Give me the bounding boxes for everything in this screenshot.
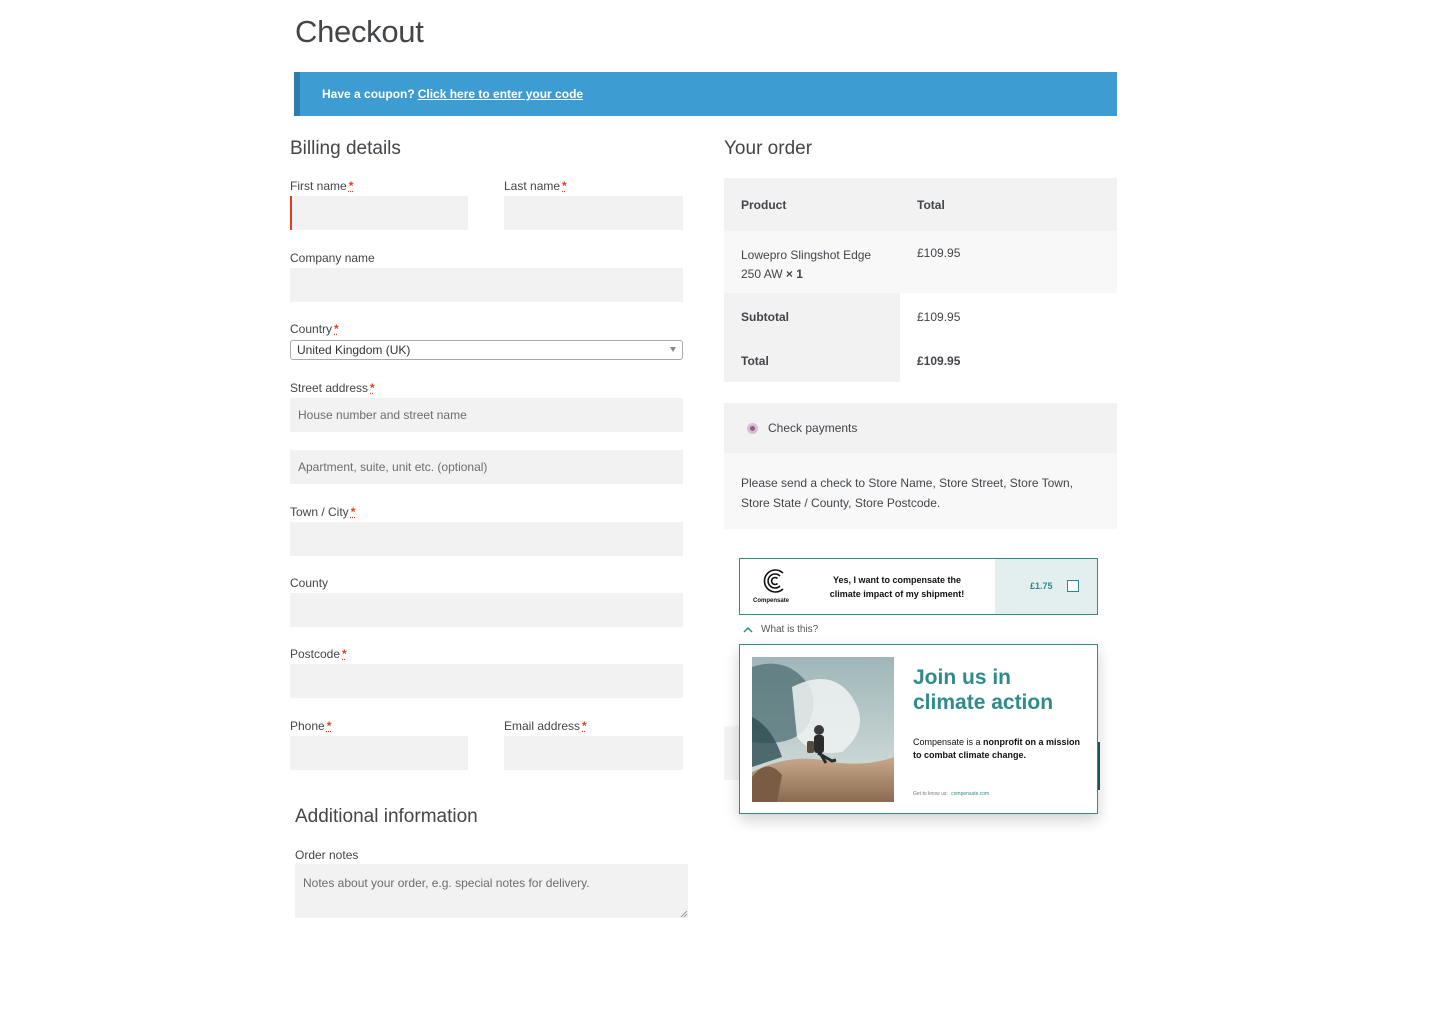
first-name-label: First name *: [290, 179, 354, 193]
required-mark: *: [334, 322, 339, 336]
climate-photo: [752, 657, 894, 802]
card-description: Compensate is a nonprofit on a mission t…: [913, 737, 1081, 760]
compensate-offer-text: Yes, I want to compensate the climate im…: [829, 575, 965, 599]
last-name-label: Last name *: [504, 179, 567, 193]
table-row: Lowepro Slingshot Edge 250 AW × 1 £109.9…: [724, 231, 1117, 293]
company-label: Company name: [290, 251, 375, 265]
county-field[interactable]: [290, 593, 683, 627]
chevron-up-icon: [743, 626, 753, 633]
product-total: £109.95: [917, 246, 961, 260]
email-field[interactable]: [504, 736, 683, 770]
coupon-notice: Have a coupon? Click here to enter your …: [294, 72, 1117, 116]
compensate-logo-icon: [763, 569, 784, 593]
total-row: Total £109.95: [724, 340, 1117, 382]
place-order-area: [724, 726, 739, 780]
payment-description: Please send a check to Store Name, Store…: [741, 476, 1073, 510]
street-address-line2-field[interactable]: Apartment, suite, unit etc. (optional): [290, 450, 683, 484]
postcode-label: Postcode *: [290, 647, 347, 661]
coupon-prompt: Have a coupon?: [322, 87, 415, 101]
compensate-price-area: £1.75: [995, 559, 1097, 614]
column-header-total: Total: [917, 197, 945, 212]
order-notes-textarea[interactable]: Notes about your order, e.g. special not…: [295, 864, 688, 918]
order-notes-label: Order notes: [295, 848, 359, 862]
required-mark: *: [370, 381, 375, 395]
email-label: Email address *: [504, 719, 587, 733]
street-address-line1-field[interactable]: House number and street name: [290, 398, 683, 432]
total-value: £109.95: [900, 340, 1117, 382]
required-mark: *: [350, 505, 356, 519]
country-select[interactable]: United Kingdom (UK): [290, 340, 683, 360]
town-label: Town / City *: [290, 505, 356, 519]
county-label: County: [290, 576, 329, 590]
card-title: Join us in climate action: [913, 666, 1054, 714]
table-header-row: Product Total: [724, 178, 1117, 231]
phone-label: Phone *: [290, 719, 332, 733]
what-is-this-toggle[interactable]: What is this?: [742, 624, 818, 635]
product-name-cell: Lowepro Slingshot Edge 250 AW × 1: [724, 231, 900, 293]
required-mark: *: [326, 719, 332, 733]
compensate-price: £1.75: [1030, 581, 1053, 591]
subtotal-value: £109.95: [900, 293, 1117, 340]
phone-field[interactable]: [290, 736, 468, 770]
place-order-edge: [1098, 742, 1100, 790]
dropdown-arrow-icon: [670, 347, 676, 352]
total-label: Total: [724, 340, 900, 382]
payment-methods: Check payments Please send a check to St…: [724, 403, 1117, 529]
country-selected-value: United Kingdom (UK): [297, 343, 411, 357]
product-quantity: × 1: [785, 267, 803, 281]
first-name-field[interactable]: [290, 196, 468, 230]
subtotal-label: Subtotal: [724, 293, 900, 340]
required-mark: *: [348, 179, 354, 193]
required-mark: *: [342, 647, 347, 661]
column-header-product: Product: [741, 197, 787, 212]
page-title: Checkout: [295, 14, 424, 49]
product-name-line2: 250 AW: [741, 267, 783, 281]
card-footer: Get to know us: compensate.com: [913, 791, 990, 797]
last-name-field[interactable]: [504, 196, 683, 230]
company-field[interactable]: [290, 268, 683, 302]
compensate-checkbox[interactable]: [1067, 580, 1079, 592]
compensate-link[interactable]: compensate.com: [951, 791, 989, 797]
street-label: Street address *: [290, 381, 375, 395]
payment-method-check[interactable]: Check payments: [724, 403, 1117, 453]
additional-info-heading: Additional information: [295, 806, 478, 827]
compensate-brand: Compensate: [753, 598, 790, 604]
subtotal-row: Subtotal £109.95: [724, 293, 1117, 340]
order-heading: Your order: [724, 138, 813, 159]
required-mark: *: [562, 179, 567, 193]
required-mark: *: [582, 719, 587, 733]
town-field[interactable]: [290, 522, 683, 556]
resize-handle-icon[interactable]: [680, 910, 688, 918]
billing-heading: Billing details: [290, 138, 401, 159]
compensate-info-card: Join us in climate action Compensate is …: [739, 644, 1098, 814]
postcode-field[interactable]: [290, 664, 683, 698]
coupon-link[interactable]: Click here to enter your code: [418, 87, 583, 101]
compensate-offer[interactable]: Compensate Yes, I want to compensate the…: [739, 558, 1098, 615]
country-label: Country *: [290, 322, 339, 336]
payment-radio[interactable]: [747, 423, 758, 434]
payment-method-label: Check payments: [768, 421, 858, 435]
product-name-line1: Lowepro Slingshot Edge: [741, 248, 872, 262]
